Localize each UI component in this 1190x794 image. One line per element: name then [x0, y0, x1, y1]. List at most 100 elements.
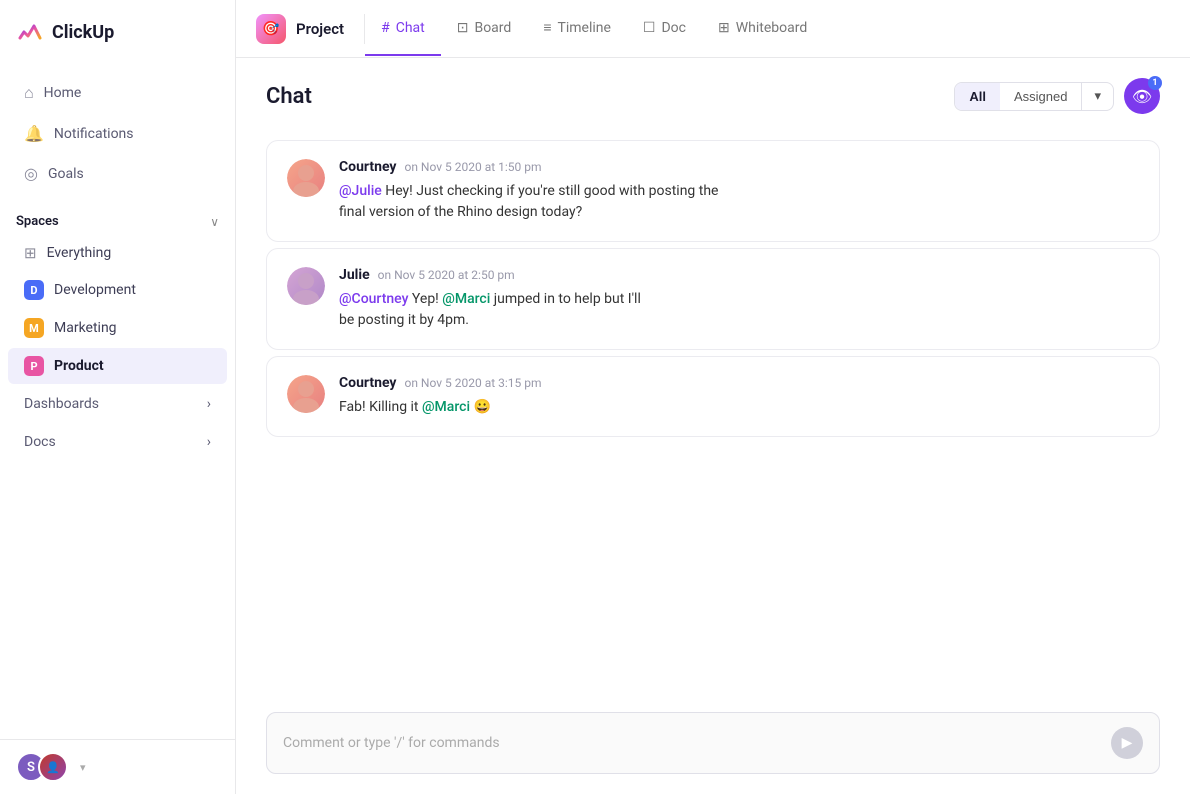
avatar-courtney	[287, 159, 325, 197]
tab-doc[interactable]: ☐ Doc	[627, 2, 702, 56]
docs-chevron-icon: ›	[207, 434, 211, 450]
filter-dropdown[interactable]: ▾	[1081, 83, 1113, 110]
mention-julie[interactable]: @Julie	[339, 183, 382, 199]
project-name: Project	[296, 20, 344, 38]
message-avatar-courtney2	[287, 375, 325, 413]
msg-text-1-part2: final version of the Rhino design today?	[339, 204, 582, 220]
project-icon-symbol: 🎯	[262, 21, 279, 37]
sidebar-item-marketing[interactable]: M Marketing	[8, 310, 227, 346]
everything-label: Everything	[47, 245, 112, 261]
message-text-2: @Courtney Yep! @Marci jumped in to help …	[339, 289, 1139, 331]
filter-chevron-icon: ▾	[1094, 89, 1101, 104]
watch-button[interactable]: 👁 1	[1124, 78, 1160, 114]
msg2-mid1: Yep!	[408, 291, 442, 307]
docs-label: Docs	[24, 434, 56, 450]
chat-header-controls: All Assigned ▾ 👁 1	[954, 78, 1160, 114]
sidebar-item-everything[interactable]: ⊞ Everything	[8, 236, 227, 270]
send-icon: ▶	[1122, 735, 1133, 751]
bell-icon: 🔔	[24, 124, 44, 143]
comment-placeholder: Comment or type '/' for commands	[283, 735, 1111, 751]
sidebar: ClickUp ⌂ Home 🔔 Notifications ◎ Goals S…	[0, 0, 236, 794]
user-avatar-photo: 👤	[38, 752, 68, 782]
msg-text-1-part1: Hey! Just checking if you're still good …	[382, 183, 719, 199]
message-header-1: Courtney on Nov 5 2020 at 1:50 pm	[339, 159, 1139, 175]
product-label: Product	[54, 358, 104, 374]
message-time-2: on Nov 5 2020 at 2:50 pm	[378, 268, 515, 282]
message-header-3: Courtney on Nov 5 2020 at 3:15 pm	[339, 375, 1139, 391]
chat-tab-label: Chat	[396, 20, 425, 36]
dashboards-label: Dashboards	[24, 396, 99, 412]
sidebar-item-goals[interactable]: ◎ Goals	[8, 154, 227, 193]
mention-marci-1[interactable]: @Marci	[442, 291, 490, 307]
mention-courtney[interactable]: @Courtney	[339, 291, 408, 307]
filter-assigned-button[interactable]: Assigned	[1000, 83, 1081, 110]
mention-marci-2[interactable]: @Marci	[422, 399, 470, 415]
tab-navigation: # Chat ⊡ Board ≡ Timeline ☐ Doc ⊞ Whiteb…	[365, 1, 823, 56]
sidebar-item-dashboards[interactable]: Dashboards ›	[8, 386, 227, 422]
goals-label: Goals	[48, 166, 84, 182]
user-chevron-icon[interactable]: ▾	[80, 761, 86, 774]
timeline-tab-label: Timeline	[557, 20, 610, 36]
chat-title: Chat	[266, 84, 312, 109]
marketing-label: Marketing	[54, 320, 117, 336]
watch-badge: 1	[1148, 76, 1162, 90]
project-title-area: 🎯 Project	[256, 14, 365, 44]
logo-text: ClickUp	[52, 22, 114, 43]
clickup-logo-icon	[16, 18, 44, 46]
chat-header: Chat All Assigned ▾ 👁 1	[236, 58, 1190, 130]
msg2-line2: be posting it by 4pm.	[339, 312, 469, 328]
sidebar-item-notifications[interactable]: 🔔 Notifications	[8, 114, 227, 153]
message-text-3: Fab! Killing it @Marci 😀	[339, 397, 1139, 418]
filter-all-button[interactable]: All	[955, 83, 1000, 110]
msg2-mid2: jumped in to help but I'll	[490, 291, 641, 307]
message-content-2: Julie on Nov 5 2020 at 2:50 pm @Courtney…	[339, 267, 1139, 331]
chat-area: Chat All Assigned ▾ 👁 1	[236, 58, 1190, 794]
message-time-1: on Nov 5 2020 at 1:50 pm	[404, 160, 541, 174]
main-nav: ⌂ Home 🔔 Notifications ◎ Goals	[0, 64, 235, 202]
send-button[interactable]: ▶	[1111, 727, 1143, 759]
board-tab-label: Board	[474, 20, 511, 36]
topbar: 🎯 Project # Chat ⊡ Board ≡ Timeline ☐ Do…	[236, 0, 1190, 58]
message-author-2: Julie	[339, 267, 370, 283]
home-icon: ⌂	[24, 83, 34, 103]
message-author-1: Courtney	[339, 159, 396, 175]
message-avatar-courtney1	[287, 159, 325, 197]
main-content: 🎯 Project # Chat ⊡ Board ≡ Timeline ☐ Do…	[236, 0, 1190, 794]
logo-area[interactable]: ClickUp	[0, 0, 235, 64]
eye-icon: 👁	[1132, 87, 1152, 106]
tab-timeline[interactable]: ≡ Timeline	[527, 1, 627, 56]
user-avatar-stack: S 👤	[16, 752, 68, 782]
grid-icon: ⊞	[24, 244, 37, 262]
marketing-badge: M	[24, 318, 44, 338]
message-text-1: @Julie Hey! Just checking if you're stil…	[339, 181, 1139, 223]
chat-tab-icon: #	[381, 20, 390, 36]
messages-container: Courtney on Nov 5 2020 at 1:50 pm @Julie…	[236, 130, 1190, 702]
whiteboard-tab-icon: ⊞	[718, 20, 730, 36]
timeline-tab-icon: ≡	[543, 19, 551, 36]
comment-input-area[interactable]: Comment or type '/' for commands ▶	[266, 712, 1160, 774]
sidebar-user-area: S 👤 ▾	[0, 739, 235, 794]
sidebar-item-development[interactable]: D Development	[8, 272, 227, 308]
tab-board[interactable]: ⊡ Board	[441, 2, 528, 56]
message-card: Courtney on Nov 5 2020 at 1:50 pm @Julie…	[266, 140, 1160, 242]
home-label: Home	[44, 85, 82, 101]
whiteboard-tab-label: Whiteboard	[736, 20, 808, 36]
message-header-2: Julie on Nov 5 2020 at 2:50 pm	[339, 267, 1139, 283]
tab-chat[interactable]: # Chat	[365, 2, 441, 56]
notifications-label: Notifications	[54, 126, 134, 142]
product-badge: P	[24, 356, 44, 376]
filter-group: All Assigned ▾	[954, 82, 1114, 111]
development-badge: D	[24, 280, 44, 300]
message-card: Julie on Nov 5 2020 at 2:50 pm @Courtney…	[266, 248, 1160, 350]
doc-tab-icon: ☐	[643, 20, 656, 36]
avatar-courtney-2	[287, 375, 325, 413]
sidebar-item-home[interactable]: ⌂ Home	[8, 73, 227, 113]
sidebar-item-docs[interactable]: Docs ›	[8, 424, 227, 460]
tab-whiteboard[interactable]: ⊞ Whiteboard	[702, 2, 823, 56]
message-avatar-julie	[287, 267, 325, 305]
doc-tab-label: Doc	[661, 20, 686, 36]
goals-icon: ◎	[24, 164, 38, 183]
spaces-section-header[interactable]: Spaces ∨	[0, 202, 235, 235]
message-card: Courtney on Nov 5 2020 at 3:15 pm Fab! K…	[266, 356, 1160, 437]
sidebar-item-product[interactable]: P Product	[8, 348, 227, 384]
